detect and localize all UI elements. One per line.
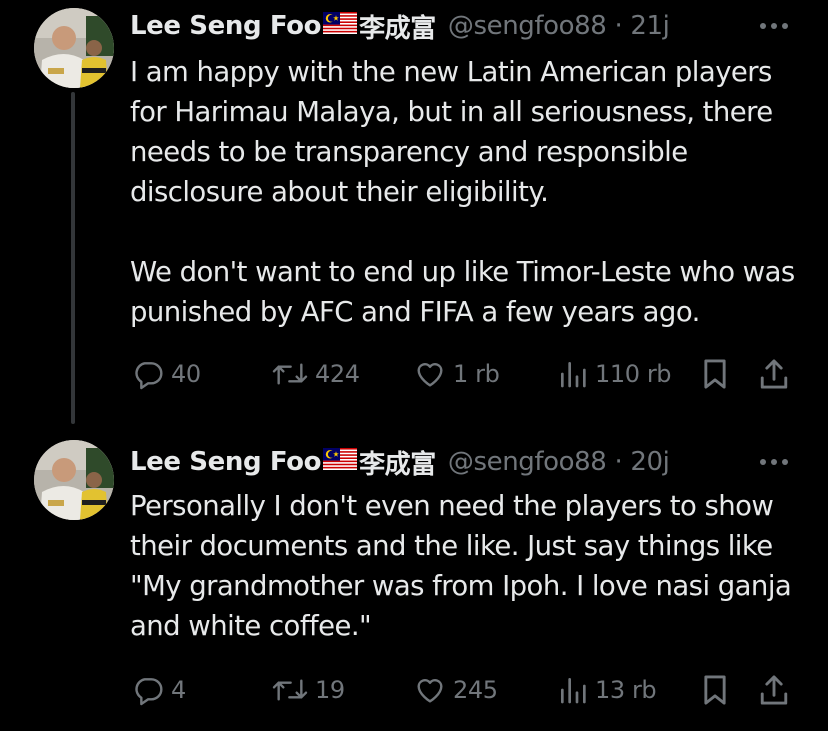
reply-count: 40 [171, 360, 201, 388]
malaysia-flag-icon [323, 447, 358, 477]
repost-button[interactable]: 424 [272, 354, 360, 394]
share-icon [760, 675, 788, 705]
action-bar: 40 424 1 rb 110 rb [130, 354, 800, 394]
thread-line [71, 92, 75, 424]
reply-count: 4 [171, 676, 186, 704]
repost-button[interactable]: 19 [272, 670, 345, 710]
views-chart-icon [561, 678, 586, 704]
bookmark-button[interactable] [700, 670, 730, 710]
like-button[interactable]: 245 [414, 670, 498, 710]
repost-icon [272, 679, 308, 701]
reply-button[interactable]: 4 [132, 670, 186, 710]
heart-icon [417, 679, 443, 703]
more-options-button[interactable] [754, 444, 794, 480]
views-count: 13 rb [595, 676, 657, 704]
separator-dot: · [614, 11, 623, 41]
tweet-header: Lee Seng Foo 李成富 @sengfoo88 · 21j [130, 8, 670, 45]
tweet-text: I am happy with the new Latin American p… [130, 56, 795, 328]
share-button[interactable] [758, 354, 790, 394]
avatar[interactable] [34, 440, 114, 520]
avatar-photo [34, 440, 114, 520]
more-options-button[interactable] [754, 8, 794, 44]
tweet-header: Lee Seng Foo 李成富 @sengfoo88 · 20j [130, 444, 670, 481]
action-bar: 4 19 245 13 rb [130, 670, 800, 710]
like-count: 245 [453, 676, 498, 704]
separator-dot: · [614, 447, 623, 477]
reply-icon [135, 678, 163, 706]
repost-icon [272, 363, 308, 385]
timestamp[interactable]: 21j [630, 11, 670, 41]
reply-button[interactable]: 40 [132, 354, 201, 394]
share-button[interactable] [758, 670, 790, 710]
user-handle[interactable]: @sengfoo88 [448, 11, 607, 41]
bookmark-button[interactable] [700, 354, 730, 394]
timestamp[interactable]: 20j [630, 447, 670, 477]
more-dots-icon [760, 23, 788, 29]
avatar[interactable] [34, 8, 114, 88]
malaysia-flag-icon [323, 11, 358, 41]
display-name[interactable]: Lee Seng Foo [130, 447, 321, 477]
bookmark-icon [704, 359, 726, 389]
tweet[interactable]: Lee Seng Foo 李成富 @sengfoo88 · 21j I am h… [0, 0, 828, 430]
tweet-text: Personally I don't even need the players… [130, 490, 792, 642]
more-dots-icon [760, 459, 788, 465]
share-icon [760, 359, 788, 389]
user-handle[interactable]: @sengfoo88 [448, 447, 607, 477]
views-button[interactable]: 13 rb [558, 670, 657, 710]
heart-icon [417, 363, 443, 387]
views-button[interactable]: 110 rb [558, 354, 672, 394]
display-name[interactable]: Lee Seng Foo [130, 11, 321, 41]
repost-count: 424 [315, 360, 360, 388]
tweet[interactable]: Lee Seng Foo 李成富 @sengfoo88 · 20j Person… [0, 430, 828, 731]
like-button[interactable]: 1 rb [414, 354, 500, 394]
display-name-chinese[interactable]: 李成富 [359, 444, 436, 481]
display-name-chinese[interactable]: 李成富 [359, 8, 436, 45]
reply-icon [135, 362, 163, 390]
bookmark-icon [704, 675, 726, 705]
like-count: 1 rb [453, 360, 500, 388]
avatar-photo [34, 8, 114, 88]
views-chart-icon [561, 362, 586, 388]
repost-count: 19 [315, 676, 345, 704]
views-count: 110 rb [595, 360, 672, 388]
